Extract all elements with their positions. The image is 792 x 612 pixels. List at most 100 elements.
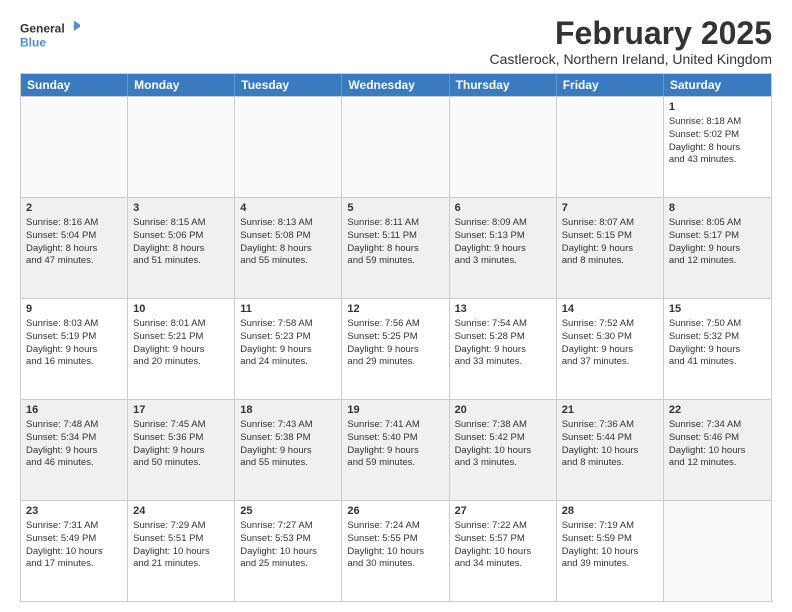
day-number: 17	[133, 403, 229, 418]
day-info: Sunset: 5:59 PM	[562, 533, 658, 546]
day-number: 6	[455, 201, 551, 216]
day-info: Daylight: 8 hours	[669, 142, 766, 155]
calendar-cell: 27Sunrise: 7:22 AMSunset: 5:57 PMDayligh…	[450, 501, 557, 601]
day-info: Sunrise: 7:31 AM	[26, 520, 122, 533]
day-info: Sunrise: 7:48 AM	[26, 419, 122, 432]
day-info: Sunrise: 7:36 AM	[562, 419, 658, 432]
day-info: Sunrise: 8:13 AM	[240, 217, 336, 230]
day-info: Sunset: 5:49 PM	[26, 533, 122, 546]
main-title: February 2025	[490, 16, 772, 51]
empty-cell	[450, 97, 557, 197]
calendar-cell: 15Sunrise: 7:50 AMSunset: 5:32 PMDayligh…	[664, 299, 771, 399]
day-info: Sunset: 5:46 PM	[669, 432, 766, 445]
day-info: and 59 minutes.	[347, 457, 443, 470]
day-info: and 24 minutes.	[240, 356, 336, 369]
logo-svg: General Blue	[20, 16, 80, 56]
day-number: 10	[133, 302, 229, 317]
weekday-header: Saturday	[664, 74, 771, 96]
day-info: Daylight: 10 hours	[562, 546, 658, 559]
day-info: and 55 minutes.	[240, 457, 336, 470]
day-info: Sunset: 5:44 PM	[562, 432, 658, 445]
day-number: 22	[669, 403, 766, 418]
day-number: 25	[240, 504, 336, 519]
empty-cell	[128, 97, 235, 197]
day-info: Sunset: 5:21 PM	[133, 331, 229, 344]
calendar-cell: 22Sunrise: 7:34 AMSunset: 5:46 PMDayligh…	[664, 400, 771, 500]
day-info: and 59 minutes.	[347, 255, 443, 268]
day-info: and 50 minutes.	[133, 457, 229, 470]
calendar-cell: 11Sunrise: 7:58 AMSunset: 5:23 PMDayligh…	[235, 299, 342, 399]
header: General Blue February 2025 Castlerock, N…	[20, 16, 772, 67]
calendar-cell: 14Sunrise: 7:52 AMSunset: 5:30 PMDayligh…	[557, 299, 664, 399]
day-info: Sunrise: 7:38 AM	[455, 419, 551, 432]
day-info: and 30 minutes.	[347, 558, 443, 571]
empty-cell	[557, 97, 664, 197]
day-info: Sunrise: 7:41 AM	[347, 419, 443, 432]
empty-cell	[235, 97, 342, 197]
weekday-header: Thursday	[450, 74, 557, 96]
day-info: Sunrise: 7:56 AM	[347, 318, 443, 331]
day-number: 2	[26, 201, 122, 216]
calendar-cell: 17Sunrise: 7:45 AMSunset: 5:36 PMDayligh…	[128, 400, 235, 500]
day-info: Daylight: 9 hours	[455, 344, 551, 357]
day-info: Daylight: 9 hours	[240, 445, 336, 458]
day-number: 8	[669, 201, 766, 216]
day-info: Daylight: 8 hours	[347, 243, 443, 256]
calendar-cell: 6Sunrise: 8:09 AMSunset: 5:13 PMDaylight…	[450, 198, 557, 298]
calendar-cell: 16Sunrise: 7:48 AMSunset: 5:34 PMDayligh…	[21, 400, 128, 500]
day-info: Daylight: 10 hours	[562, 445, 658, 458]
day-number: 20	[455, 403, 551, 418]
day-number: 3	[133, 201, 229, 216]
day-info: Daylight: 8 hours	[26, 243, 122, 256]
day-info: and 8 minutes.	[562, 255, 658, 268]
day-info: Daylight: 9 hours	[133, 445, 229, 458]
day-info: Sunrise: 8:11 AM	[347, 217, 443, 230]
day-info: and 20 minutes.	[133, 356, 229, 369]
day-info: Sunset: 5:57 PM	[455, 533, 551, 546]
day-info: Sunset: 5:13 PM	[455, 230, 551, 243]
calendar-cell: 20Sunrise: 7:38 AMSunset: 5:42 PMDayligh…	[450, 400, 557, 500]
day-info: Sunrise: 7:43 AM	[240, 419, 336, 432]
day-info: and 43 minutes.	[669, 154, 766, 167]
day-info: Daylight: 9 hours	[133, 344, 229, 357]
weekday-header: Wednesday	[342, 74, 449, 96]
day-info: Daylight: 10 hours	[26, 546, 122, 559]
day-info: Sunset: 5:17 PM	[669, 230, 766, 243]
calendar-cell: 5Sunrise: 8:11 AMSunset: 5:11 PMDaylight…	[342, 198, 449, 298]
day-info: Sunset: 5:32 PM	[669, 331, 766, 344]
day-info: Sunset: 5:06 PM	[133, 230, 229, 243]
day-info: Sunset: 5:28 PM	[455, 331, 551, 344]
day-info: Sunrise: 8:01 AM	[133, 318, 229, 331]
day-number: 21	[562, 403, 658, 418]
day-info: and 34 minutes.	[455, 558, 551, 571]
day-number: 9	[26, 302, 122, 317]
day-info: Sunrise: 7:22 AM	[455, 520, 551, 533]
day-info: Sunrise: 8:15 AM	[133, 217, 229, 230]
calendar-row: 1Sunrise: 8:18 AMSunset: 5:02 PMDaylight…	[21, 96, 771, 197]
day-number: 15	[669, 302, 766, 317]
day-info: Sunrise: 7:52 AM	[562, 318, 658, 331]
day-number: 19	[347, 403, 443, 418]
day-info: and 46 minutes.	[26, 457, 122, 470]
day-info: Sunrise: 7:19 AM	[562, 520, 658, 533]
calendar-cell: 2Sunrise: 8:16 AMSunset: 5:04 PMDaylight…	[21, 198, 128, 298]
calendar-cell: 13Sunrise: 7:54 AMSunset: 5:28 PMDayligh…	[450, 299, 557, 399]
day-number: 12	[347, 302, 443, 317]
day-info: Sunrise: 7:58 AM	[240, 318, 336, 331]
calendar-body: 1Sunrise: 8:18 AMSunset: 5:02 PMDaylight…	[21, 96, 771, 601]
day-info: Daylight: 9 hours	[347, 445, 443, 458]
day-number: 1	[669, 100, 766, 115]
day-info: and 39 minutes.	[562, 558, 658, 571]
day-info: Sunset: 5:19 PM	[26, 331, 122, 344]
page: General Blue February 2025 Castlerock, N…	[0, 0, 792, 612]
day-info: Daylight: 10 hours	[455, 546, 551, 559]
day-info: Daylight: 9 hours	[562, 344, 658, 357]
weekday-header: Sunday	[21, 74, 128, 96]
weekday-header: Monday	[128, 74, 235, 96]
day-info: and 47 minutes.	[26, 255, 122, 268]
day-info: and 25 minutes.	[240, 558, 336, 571]
day-number: 24	[133, 504, 229, 519]
calendar-cell: 4Sunrise: 8:13 AMSunset: 5:08 PMDaylight…	[235, 198, 342, 298]
day-info: Sunset: 5:30 PM	[562, 331, 658, 344]
calendar-cell: 1Sunrise: 8:18 AMSunset: 5:02 PMDaylight…	[664, 97, 771, 197]
